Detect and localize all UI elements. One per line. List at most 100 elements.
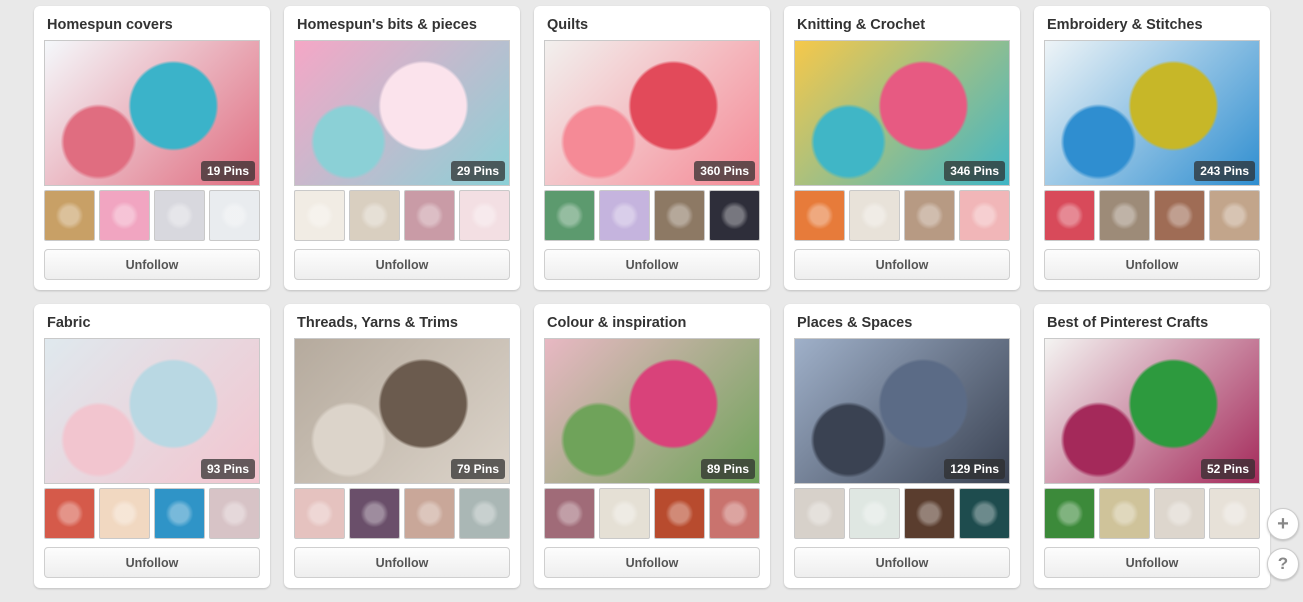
board-cover-image[interactable]: 93 Pins [44, 338, 260, 484]
unfollow-button[interactable]: Unfollow [1044, 249, 1260, 280]
board-cover-image[interactable]: 79 Pins [294, 338, 510, 484]
unfollow-button[interactable]: Unfollow [44, 547, 260, 578]
pin-count-badge: 129 Pins [944, 459, 1005, 479]
pin-count-badge: 243 Pins [1194, 161, 1255, 181]
board-card[interactable]: Knitting & Crochet 346 Pins Unfollow [784, 6, 1020, 290]
board-thumbnail[interactable] [544, 488, 595, 539]
board-thumbnails [294, 190, 510, 241]
board-title[interactable]: Homespun covers [47, 17, 173, 33]
board-card[interactable]: Homespun covers 19 Pins Unfollow [34, 6, 270, 290]
board-thumbnail[interactable] [459, 488, 510, 539]
unfollow-button[interactable]: Unfollow [44, 249, 260, 280]
board-title[interactable]: Threads, Yarns & Trims [297, 315, 458, 331]
board-cover-image[interactable]: 129 Pins [794, 338, 1010, 484]
board-cover-image[interactable]: 360 Pins [544, 40, 760, 186]
question-icon: ? [1277, 554, 1289, 573]
board-cover-image[interactable]: 243 Pins [1044, 40, 1260, 186]
unfollow-button[interactable]: Unfollow [794, 249, 1010, 280]
board-thumbnail[interactable] [404, 488, 455, 539]
add-pin-button[interactable]: + [1267, 508, 1299, 540]
board-thumbnail[interactable] [904, 190, 955, 241]
board-title[interactable]: Best of Pinterest Crafts [1047, 315, 1208, 331]
board-thumbnail[interactable] [154, 190, 205, 241]
board-thumbnail[interactable] [544, 190, 595, 241]
board-card[interactable]: Colour & inspiration 89 Pins Unfollow [534, 304, 770, 588]
board-thumbnail[interactable] [959, 190, 1010, 241]
board-thumbnail[interactable] [1099, 190, 1150, 241]
board-thumbnails [1044, 488, 1260, 539]
board-thumbnail[interactable] [849, 488, 900, 539]
boards-grid: Homespun covers 19 Pins Unfollow Homespu… [34, 6, 1274, 602]
board-thumbnails [294, 488, 510, 539]
board-row: Fabric 93 Pins Unfollow Threads, Yarns &… [34, 304, 1274, 588]
unfollow-button[interactable]: Unfollow [544, 547, 760, 578]
board-card[interactable]: Threads, Yarns & Trims 79 Pins Unfollow [284, 304, 520, 588]
board-thumbnails [794, 190, 1010, 241]
board-thumbnail[interactable] [709, 488, 760, 539]
board-thumbnail[interactable] [794, 488, 845, 539]
board-thumbnail[interactable] [459, 190, 510, 241]
board-cover-image[interactable]: 52 Pins [1044, 338, 1260, 484]
board-thumbnail[interactable] [654, 190, 705, 241]
board-thumbnail[interactable] [1099, 488, 1150, 539]
board-title[interactable]: Homespun's bits & pieces [297, 17, 477, 33]
unfollow-button[interactable]: Unfollow [1044, 547, 1260, 578]
board-thumbnail[interactable] [599, 488, 650, 539]
board-thumbnail[interactable] [44, 190, 95, 241]
board-thumbnail[interactable] [349, 190, 400, 241]
plus-icon: + [1277, 512, 1289, 535]
board-thumbnail[interactable] [1209, 190, 1260, 241]
board-thumbnail[interactable] [294, 488, 345, 539]
board-title[interactable]: Quilts [547, 17, 588, 33]
board-thumbnail[interactable] [1209, 488, 1260, 539]
board-thumbnail[interactable] [709, 190, 760, 241]
board-thumbnail[interactable] [294, 190, 345, 241]
board-card[interactable]: Places & Spaces 129 Pins Unfollow [784, 304, 1020, 588]
board-thumbnail[interactable] [99, 488, 150, 539]
board-thumbnails [544, 190, 760, 241]
unfollow-button[interactable]: Unfollow [294, 547, 510, 578]
board-thumbnails [44, 190, 260, 241]
pin-count-badge: 360 Pins [694, 161, 755, 181]
board-thumbnail[interactable] [959, 488, 1010, 539]
board-thumbnail[interactable] [349, 488, 400, 539]
board-thumbnail[interactable] [1044, 190, 1095, 241]
board-thumbnail[interactable] [209, 488, 260, 539]
board-thumbnail[interactable] [599, 190, 650, 241]
board-row: Homespun covers 19 Pins Unfollow Homespu… [34, 6, 1274, 290]
board-title[interactable]: Colour & inspiration [547, 315, 686, 331]
board-thumbnail[interactable] [794, 190, 845, 241]
board-thumbnail[interactable] [849, 190, 900, 241]
board-thumbnails [544, 488, 760, 539]
board-cover-image[interactable]: 29 Pins [294, 40, 510, 186]
unfollow-button[interactable]: Unfollow [794, 547, 1010, 578]
unfollow-button[interactable]: Unfollow [294, 249, 510, 280]
board-title[interactable]: Knitting & Crochet [797, 17, 925, 33]
unfollow-button[interactable]: Unfollow [544, 249, 760, 280]
board-thumbnail[interactable] [44, 488, 95, 539]
help-button[interactable]: ? [1267, 548, 1299, 580]
board-card[interactable]: Best of Pinterest Crafts 52 Pins Unfollo… [1034, 304, 1270, 588]
pin-count-badge: 346 Pins [944, 161, 1005, 181]
board-thumbnail[interactable] [1154, 488, 1205, 539]
board-thumbnail[interactable] [99, 190, 150, 241]
board-card[interactable]: Embroidery & Stitches 243 Pins Unfollow [1034, 6, 1270, 290]
board-title[interactable]: Embroidery & Stitches [1047, 17, 1203, 33]
board-thumbnail[interactable] [1154, 190, 1205, 241]
board-card[interactable]: Fabric 93 Pins Unfollow [34, 304, 270, 588]
board-card[interactable]: Homespun's bits & pieces 29 Pins Unfollo… [284, 6, 520, 290]
board-title[interactable]: Fabric [47, 315, 91, 331]
board-title[interactable]: Places & Spaces [797, 315, 912, 331]
board-thumbnail[interactable] [1044, 488, 1095, 539]
board-cover-image[interactable]: 346 Pins [794, 40, 1010, 186]
board-cover-image[interactable]: 89 Pins [544, 338, 760, 484]
board-thumbnails [794, 488, 1010, 539]
pin-count-badge: 52 Pins [1200, 459, 1255, 479]
board-thumbnail[interactable] [654, 488, 705, 539]
board-thumbnail[interactable] [404, 190, 455, 241]
board-thumbnail[interactable] [154, 488, 205, 539]
board-thumbnail[interactable] [209, 190, 260, 241]
board-thumbnail[interactable] [904, 488, 955, 539]
board-card[interactable]: Quilts 360 Pins Unfollow [534, 6, 770, 290]
board-cover-image[interactable]: 19 Pins [44, 40, 260, 186]
